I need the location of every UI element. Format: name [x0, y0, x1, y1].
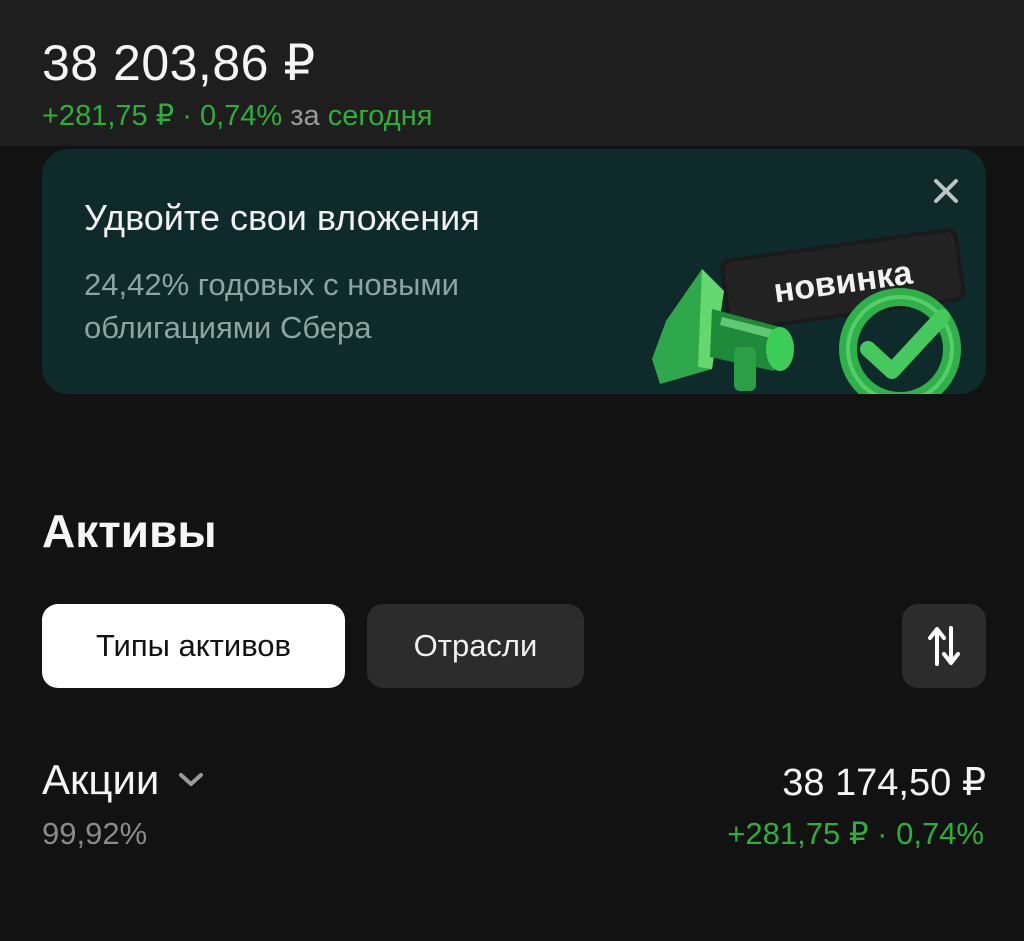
banner-subtitle: 24,42% годовых с новыми облигациями Сбер…	[84, 267, 459, 345]
filter-asset-types[interactable]: Типы активов	[42, 604, 345, 688]
filter-sectors[interactable]: Отрасли	[367, 604, 584, 688]
portfolio-balance: 38 203,86 ₽	[42, 35, 316, 91]
check-circle-icon	[839, 288, 961, 394]
period-selector[interactable]: сегодня	[328, 100, 433, 132]
assets-title: Активы	[42, 505, 217, 557]
portfolio-header: 38 203,86 ₽ +281,75 ₽ · 0,74% за сегодня	[0, 0, 1024, 146]
portfolio-change: +281,75 ₽ · 0,74% за сегодня	[42, 98, 432, 133]
asset-group-change: +281,75 ₽ · 0,74%	[727, 816, 984, 851]
promo-banner[interactable]: Удвойте свои вложения 24,42% годовых с н…	[42, 149, 986, 394]
sort-arrows-icon	[928, 626, 960, 666]
change-percent: 0,74%	[199, 100, 283, 132]
change-separator: ·	[174, 100, 200, 132]
banner-title: Удвойте свои вложения	[84, 197, 480, 238]
asset-group-value: 38 174,50 ₽	[782, 762, 986, 804]
chevron-down-icon	[177, 771, 205, 789]
asset-group-label: Акции	[42, 756, 160, 803]
sort-button[interactable]	[902, 604, 986, 688]
asset-group-share: 99,92%	[42, 816, 148, 851]
period-prefix: за	[282, 100, 328, 132]
change-amount: +281,75 ₽	[42, 100, 175, 132]
promo-illustration: новинка	[652, 228, 966, 394]
asset-group-stocks[interactable]: Акции	[42, 756, 205, 804]
